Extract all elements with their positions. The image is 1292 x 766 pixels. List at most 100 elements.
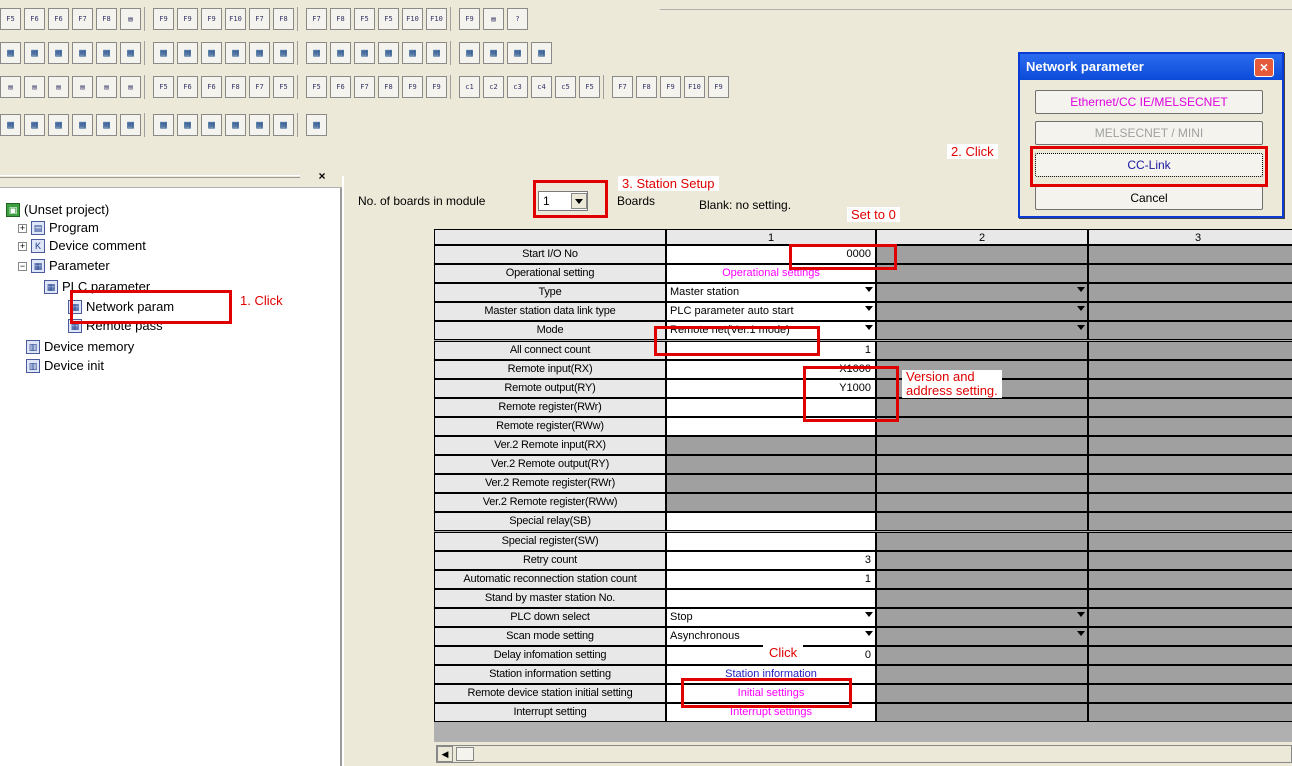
grid-cell[interactable]: 1	[666, 570, 876, 589]
tree-grip[interactable]	[0, 175, 300, 178]
grid-cell[interactable]	[666, 589, 876, 608]
toolbar-button[interactable]: c4	[531, 76, 552, 98]
grid-cell[interactable]	[876, 512, 1088, 531]
grid-cell[interactable]	[876, 703, 1088, 722]
grid-cell[interactable]	[1088, 341, 1292, 360]
grid-cell[interactable]	[1088, 512, 1292, 531]
grid-cell[interactable]	[876, 608, 1088, 627]
toolbar-button[interactable]: ▦	[531, 42, 552, 64]
toolbar-button[interactable]: F7	[72, 8, 93, 30]
grid-cell[interactable]	[1088, 302, 1292, 321]
chevron-down-icon[interactable]	[865, 631, 873, 636]
toolbar-button[interactable]: F7	[306, 8, 327, 30]
chevron-down-icon[interactable]	[865, 287, 873, 292]
grid-cell[interactable]	[1088, 398, 1292, 417]
toolbar-button[interactable]: F7	[249, 8, 270, 30]
toolbar-button[interactable]: ▦	[249, 114, 270, 136]
grid-cell[interactable]	[1088, 684, 1292, 703]
toolbar-button[interactable]: F6	[48, 8, 69, 30]
toolbar-button[interactable]: F9	[177, 8, 198, 30]
toolbar-button[interactable]: ▦	[273, 42, 294, 64]
toolbar-button[interactable]: F5	[273, 76, 294, 98]
scroll-thumb[interactable]	[456, 747, 474, 761]
toolbar-button[interactable]: F5	[153, 76, 174, 98]
grid-cell[interactable]: Stop	[666, 608, 876, 627]
toolbar-button[interactable]: ▦	[378, 42, 399, 64]
grid-cell[interactable]	[1088, 264, 1292, 283]
toolbar-button[interactable]: ▦	[48, 114, 69, 136]
toolbar-button[interactable]: ▦	[153, 114, 174, 136]
toolbar-button[interactable]: ▦	[354, 42, 375, 64]
toolbar-button[interactable]: F7	[612, 76, 633, 98]
chevron-down-icon[interactable]	[1077, 325, 1085, 330]
toolbar-button[interactable]: ▦	[225, 114, 246, 136]
toolbar-button[interactable]: F9	[402, 76, 423, 98]
toolbar-button[interactable]: F10	[402, 8, 423, 30]
toolbar-button[interactable]: ▦	[153, 42, 174, 64]
toolbar-button[interactable]: F7	[249, 76, 270, 98]
toolbar-button[interactable]: ▤	[48, 76, 69, 98]
grid-cell[interactable]	[876, 398, 1088, 417]
tree-item-device-init[interactable]: ▥ Device init	[26, 357, 104, 375]
grid-cell[interactable]	[1088, 532, 1292, 551]
toolbar-button[interactable]: c1	[459, 76, 480, 98]
toolbar-button[interactable]: ▦	[426, 42, 447, 64]
grid-cell[interactable]: 3	[666, 551, 876, 570]
close-icon[interactable]: ×	[1254, 58, 1274, 77]
grid-cell[interactable]: Asynchronous	[666, 627, 876, 646]
grid-cell[interactable]	[876, 283, 1088, 302]
expand-plus-icon[interactable]: +	[18, 241, 27, 251]
grid-cell[interactable]	[1088, 608, 1292, 627]
grid-cell[interactable]	[876, 589, 1088, 608]
grid-cell[interactable]	[876, 532, 1088, 551]
tree-item-program[interactable]: + ▤ Program	[18, 219, 99, 237]
grid-cell[interactable]	[666, 512, 876, 531]
toolbar-button[interactable]: F5	[378, 8, 399, 30]
scroll-left-icon[interactable]: ◀	[437, 746, 453, 762]
grid-cell[interactable]	[1088, 417, 1292, 436]
toolbar-button[interactable]: ▦	[0, 42, 21, 64]
grid-cell[interactable]	[1088, 360, 1292, 379]
toolbar-button[interactable]: F5	[354, 8, 375, 30]
toolbar-button[interactable]: ▦	[24, 114, 45, 136]
grid-cell[interactable]	[1088, 379, 1292, 398]
toolbar-button[interactable]: ▦	[24, 42, 45, 64]
grid-cell[interactable]	[876, 551, 1088, 570]
grid-cell[interactable]	[876, 570, 1088, 589]
toolbar-button[interactable]: F9	[426, 76, 447, 98]
toolbar-button[interactable]: F6	[177, 76, 198, 98]
toolbar-button[interactable]: ▤	[120, 8, 141, 30]
tree-item-parameter[interactable]: − ▦ Parameter	[18, 257, 110, 275]
toolbar-button[interactable]: ?	[507, 8, 528, 30]
toolbar-button[interactable]: ▦	[273, 114, 294, 136]
toolbar-button[interactable]: ▦	[330, 42, 351, 64]
toolbar-button[interactable]: F9	[153, 8, 174, 30]
toolbar-button[interactable]: ▤	[483, 8, 504, 30]
toolbar-button[interactable]: ▦	[201, 114, 222, 136]
grid-cell[interactable]	[876, 245, 1088, 264]
toolbar-button[interactable]: ▦	[249, 42, 270, 64]
expand-minus-icon[interactable]: −	[18, 261, 27, 271]
toolbar-button[interactable]: F9	[201, 8, 222, 30]
toolbar-button[interactable]: F8	[96, 8, 117, 30]
toolbar-button[interactable]: F10	[684, 76, 705, 98]
grid-cell[interactable]	[1088, 665, 1292, 684]
grid-cell[interactable]	[1088, 589, 1292, 608]
toolbar-button[interactable]: F6	[201, 76, 222, 98]
grid-cell[interactable]	[876, 264, 1088, 283]
toolbar-button[interactable]: ▦	[0, 114, 21, 136]
toolbar-button[interactable]: F9	[660, 76, 681, 98]
grid-cell[interactable]	[876, 627, 1088, 646]
toolbar-button[interactable]: ▦	[72, 114, 93, 136]
chevron-down-icon[interactable]	[1077, 287, 1085, 292]
toolbar-button[interactable]: F6	[24, 8, 45, 30]
toolbar-button[interactable]: F8	[330, 8, 351, 30]
toolbar-button[interactable]: ▦	[120, 114, 141, 136]
grid-cell[interactable]	[876, 302, 1088, 321]
toolbar-button[interactable]: F8	[225, 76, 246, 98]
chevron-down-icon[interactable]	[1077, 306, 1085, 311]
toolbar-button[interactable]: ▦	[306, 42, 327, 64]
toolbar-button[interactable]: ▦	[201, 42, 222, 64]
grid-cell[interactable]	[1088, 627, 1292, 646]
toolbar-button[interactable]: ▦	[306, 114, 327, 136]
